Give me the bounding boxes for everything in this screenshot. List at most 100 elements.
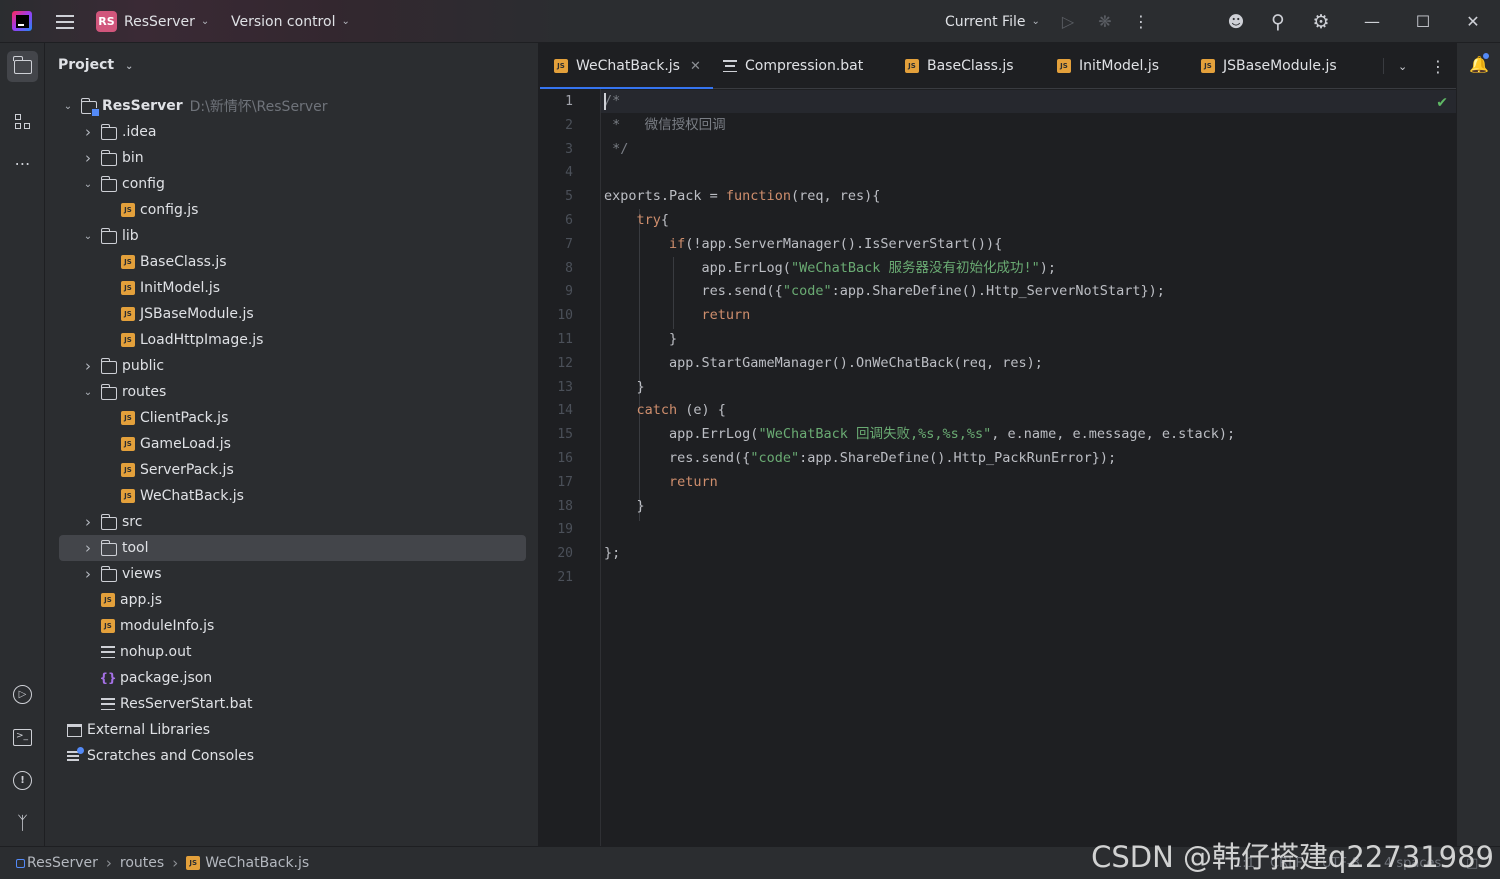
line-gutter[interactable]: 1 2 3 4 5 6 7 8 9 10 11 12 13 14 15 16 17 18 19 20 21 bbox=[540, 89, 601, 846]
line-number[interactable]: 12 bbox=[557, 352, 573, 375]
editor-tab[interactable]: JS InitModel.js bbox=[1057, 43, 1159, 89]
editor-tab[interactable]: JS BaseClass.js bbox=[905, 43, 1014, 89]
project-panel-header[interactable]: Project ⌄ bbox=[58, 57, 133, 73]
line-number[interactable]: 17 bbox=[557, 471, 573, 494]
tree-row[interactable]: JS ClientPack.js bbox=[45, 405, 539, 431]
main-menu-icon[interactable] bbox=[54, 0, 76, 43]
line-number[interactable]: 13 bbox=[557, 376, 573, 399]
line-number[interactable]: 8 bbox=[565, 257, 573, 280]
code-line[interactable]: app.ErrLog("WeChatBack 回调失败,%s,%s,%s", e… bbox=[604, 422, 1235, 446]
breadcrumb-item[interactable]: JS WeChatBack.js bbox=[186, 855, 309, 871]
chevron-right-icon[interactable]: › bbox=[81, 357, 95, 375]
line-number[interactable]: 4 bbox=[565, 161, 573, 184]
line-number[interactable]: 19 bbox=[557, 518, 573, 541]
line-number[interactable]: 6 bbox=[565, 209, 573, 232]
code-line[interactable]: return bbox=[604, 470, 718, 494]
editor-tab[interactable]: Compression.bat bbox=[723, 43, 863, 89]
project-switcher[interactable]: ResServer ⌄ bbox=[124, 0, 209, 43]
chevron-right-icon[interactable]: › bbox=[81, 513, 95, 531]
tree-row[interactable]: External Libraries bbox=[45, 717, 539, 743]
chevron-down-icon[interactable]: ⌄ bbox=[81, 387, 95, 398]
vcs-menu[interactable]: Version control ⌄ bbox=[231, 0, 350, 43]
tree-row[interactable]: {} package.json bbox=[45, 665, 539, 691]
tree-row[interactable]: JS app.js bbox=[45, 587, 539, 613]
code-line[interactable]: }; bbox=[604, 541, 620, 565]
tree-row[interactable]: nohup.out bbox=[45, 639, 539, 665]
chevron-right-icon[interactable]: › bbox=[81, 149, 95, 167]
debug-icon[interactable]: ❋ bbox=[1093, 0, 1117, 43]
line-number[interactable]: 10 bbox=[557, 304, 573, 327]
code-line[interactable]: app.ErrLog("WeChatBack 服务器没有初始化成功!"); bbox=[604, 256, 1056, 280]
code-line[interactable]: if(!app.ServerManager().IsServerStart())… bbox=[604, 232, 1002, 256]
tabs-dropdown-icon[interactable]: ⌄ bbox=[1398, 43, 1407, 89]
chevron-right-icon[interactable]: › bbox=[81, 565, 95, 583]
chevron-right-icon[interactable]: › bbox=[81, 123, 95, 141]
code-line[interactable]: res.send({"code":app.ShareDefine().Http_… bbox=[604, 279, 1165, 303]
add-user-icon[interactable]: ☻ bbox=[1224, 0, 1248, 43]
editor-tab[interactable]: JS WeChatBack.js ✕ bbox=[540, 43, 713, 90]
tree-row[interactable]: › views bbox=[45, 561, 539, 587]
line-number[interactable]: 14 bbox=[557, 399, 573, 422]
line-number[interactable]: 18 bbox=[557, 495, 573, 518]
breadcrumb-item[interactable]: ResServer bbox=[16, 855, 98, 871]
tree-row[interactable]: ResServerStart.bat bbox=[45, 691, 539, 717]
chevron-down-icon[interactable]: ⌄ bbox=[81, 179, 95, 190]
tree-row[interactable]: ⌄ ResServer D:\新情怀\ResServer bbox=[45, 93, 539, 119]
line-number[interactable]: 2 bbox=[565, 114, 573, 137]
search-icon[interactable]: ⚲ bbox=[1266, 0, 1290, 43]
chevron-down-icon[interactable]: ⌄ bbox=[81, 231, 95, 242]
project-tool-button[interactable] bbox=[7, 51, 38, 82]
code-line[interactable]: catch (e) { bbox=[604, 398, 726, 422]
tree-row[interactable]: › src bbox=[45, 509, 539, 535]
code-line[interactable]: /* bbox=[604, 89, 620, 113]
tree-row[interactable]: JS LoadHttpImage.js bbox=[45, 327, 539, 353]
project-badge[interactable]: RS bbox=[96, 11, 117, 32]
code-line[interactable]: * 微信授权回调 bbox=[604, 113, 726, 137]
tree-row[interactable]: › tool bbox=[59, 535, 526, 561]
tree-row[interactable]: JS BaseClass.js bbox=[45, 249, 539, 275]
maximize-icon[interactable]: ☐ bbox=[1411, 0, 1435, 43]
code-line[interactable]: res.send({"code":app.ShareDefine().Http_… bbox=[604, 446, 1116, 470]
close-tab-icon[interactable]: ✕ bbox=[690, 59, 701, 74]
tree-row[interactable]: JS WeChatBack.js bbox=[45, 483, 539, 509]
line-number[interactable]: 16 bbox=[557, 447, 573, 470]
editor-tab[interactable]: JS JSBaseModule.js bbox=[1201, 43, 1337, 89]
code-line[interactable]: */ bbox=[604, 137, 628, 161]
line-number[interactable]: 9 bbox=[565, 280, 573, 303]
code-line[interactable]: try{ bbox=[604, 208, 670, 232]
tree-row[interactable]: ⌄ config bbox=[45, 171, 539, 197]
line-number[interactable]: 1 bbox=[565, 90, 573, 113]
tree-row[interactable]: JS InitModel.js bbox=[45, 275, 539, 301]
breadcrumb-item[interactable]: routes bbox=[120, 855, 164, 871]
tabs-more-icon[interactable]: ⋮ bbox=[1430, 43, 1446, 89]
code-line[interactable]: } bbox=[604, 375, 645, 399]
structure-tool-button[interactable] bbox=[7, 106, 38, 137]
chevron-right-icon[interactable]: › bbox=[81, 539, 95, 557]
more-tools-icon[interactable]: ⋯ bbox=[7, 148, 38, 179]
code-line[interactable]: app.StartGameManager().OnWeChatBack(req,… bbox=[604, 351, 1043, 375]
line-number[interactable]: 11 bbox=[557, 328, 573, 351]
line-number[interactable]: 5 bbox=[565, 185, 573, 208]
tree-row[interactable]: JS config.js bbox=[45, 197, 539, 223]
services-tool-button[interactable]: ▷ bbox=[7, 679, 38, 710]
line-number[interactable]: 15 bbox=[557, 423, 573, 446]
tree-row[interactable]: ⌄ lib bbox=[45, 223, 539, 249]
tree-row[interactable]: › .idea bbox=[45, 119, 539, 145]
line-number[interactable]: 20 bbox=[557, 542, 573, 565]
code-editor[interactable]: 1 2 3 4 5 6 7 8 9 10 11 12 13 14 15 16 17 18 19 20 21 /* * 微… bbox=[540, 89, 1456, 846]
tree-row[interactable]: Scratches and Consoles bbox=[45, 743, 539, 769]
close-window-icon[interactable]: ✕ bbox=[1461, 0, 1485, 43]
tree-row[interactable]: › public bbox=[45, 353, 539, 379]
chevron-down-icon[interactable]: ⌄ bbox=[61, 101, 75, 112]
code-line[interactable]: exports.Pack = function(req, res){ bbox=[604, 184, 880, 208]
run-config-selector[interactable]: Current File ⌄ bbox=[945, 0, 1040, 43]
terminal-tool-button[interactable]: >_ bbox=[7, 722, 38, 753]
line-number[interactable]: 3 bbox=[565, 138, 573, 161]
problems-tool-button[interactable]: ! bbox=[7, 765, 38, 796]
code-line[interactable]: } bbox=[604, 494, 645, 518]
no-problems-check-icon[interactable]: ✔ bbox=[1436, 95, 1448, 111]
tree-row[interactable]: JS moduleInfo.js bbox=[45, 613, 539, 639]
ide-logo-icon[interactable] bbox=[12, 11, 32, 31]
code-line[interactable]: } bbox=[604, 327, 677, 351]
tree-row[interactable]: ⌄ routes bbox=[45, 379, 539, 405]
